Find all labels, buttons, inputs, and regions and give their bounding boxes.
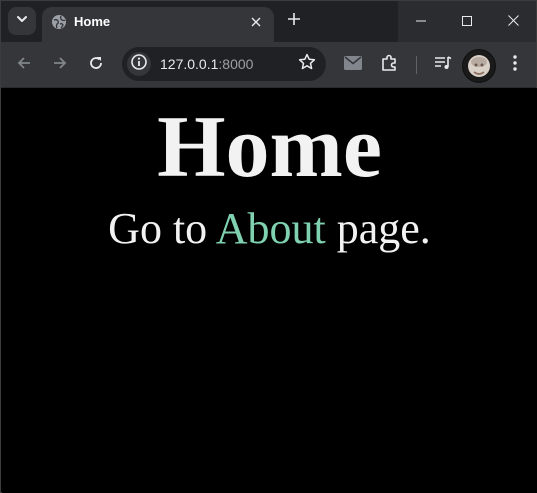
maximize-icon	[462, 13, 472, 31]
tab-title: Home	[74, 14, 111, 29]
extensions-icon	[380, 54, 398, 77]
globe-icon	[51, 14, 67, 30]
paragraph-prefix: Go to	[108, 204, 216, 253]
page-heading: Home	[157, 99, 382, 196]
extensions-button[interactable]	[376, 52, 402, 78]
new-tab-button[interactable]	[282, 9, 306, 33]
close-icon[interactable]	[246, 12, 266, 32]
tab-search-button[interactable]	[8, 7, 36, 35]
forward-button[interactable]	[47, 52, 73, 78]
site-info-button[interactable]	[127, 52, 151, 76]
tab-strip: Home	[1, 1, 536, 42]
profile-avatar[interactable]	[462, 49, 496, 83]
page-paragraph: Go to About page.	[2, 201, 537, 257]
maximize-button[interactable]	[444, 1, 490, 42]
reload-icon	[88, 55, 104, 76]
star-icon	[298, 53, 316, 76]
mail-extension-button[interactable]	[340, 52, 366, 78]
minimize-button[interactable]	[398, 1, 444, 42]
chevron-down-icon	[16, 12, 28, 30]
back-button[interactable]	[11, 52, 37, 78]
url-host: 127.0.0.1	[160, 56, 219, 72]
address-bar[interactable]: 127.0.0.1:8000	[122, 47, 326, 81]
browser-toolbar: 127.0.0.1:8000	[1, 42, 536, 88]
bookmark-button[interactable]	[296, 53, 318, 75]
media-queue-icon	[434, 55, 452, 76]
back-arrow-icon	[16, 55, 32, 76]
reload-button[interactable]	[83, 52, 109, 78]
mail-icon	[344, 55, 362, 75]
window-controls	[398, 1, 536, 42]
close-icon	[507, 13, 519, 31]
toolbar-separator	[416, 56, 417, 74]
more-menu-button[interactable]	[502, 52, 528, 78]
close-window-button[interactable]	[490, 1, 536, 42]
site-info-icon	[131, 53, 147, 75]
url-text: 127.0.0.1:8000	[160, 56, 253, 72]
forward-arrow-icon	[52, 55, 68, 76]
minimize-icon	[416, 13, 426, 31]
page-viewport: Home Go to About page.	[2, 88, 537, 493]
media-queue-button[interactable]	[430, 52, 456, 78]
plus-icon	[288, 12, 300, 30]
browser-window: Home 127.0.0.1:8000 Home Go to About pag…	[0, 0, 537, 493]
more-menu-icon	[513, 54, 517, 76]
tab-home[interactable]: Home	[42, 7, 274, 42]
url-port: :8000	[218, 56, 254, 72]
paragraph-suffix: page.	[325, 204, 431, 253]
about-link[interactable]: About	[216, 204, 326, 253]
